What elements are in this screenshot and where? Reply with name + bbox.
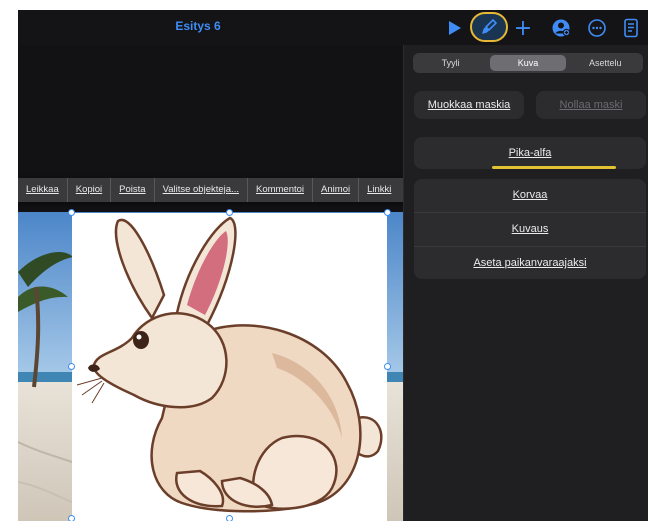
top-toolbar: Esitys 6 + (18, 10, 648, 45)
menu-item-copy[interactable]: Kopioi (68, 178, 112, 202)
collaborate-icon (552, 19, 571, 37)
tab-arrange[interactable]: Asettelu (568, 53, 643, 73)
menu-item-link[interactable]: Linkki (359, 178, 399, 202)
description-button[interactable]: Kuvaus (414, 213, 646, 247)
image-actions-group: Korvaa Kuvaus Aseta paikanvaraajaksi (414, 179, 646, 279)
edit-mask-button[interactable]: Muokkaa maskia (414, 91, 524, 119)
menu-item-animate[interactable]: Animoi (313, 178, 360, 202)
inspector-tabs: Tyyli Kuva Asettelu (413, 53, 643, 73)
resize-handle-left[interactable] (68, 363, 75, 370)
format-button[interactable] (470, 12, 508, 42)
resize-handle-top-right[interactable] (384, 209, 391, 216)
highlight-underline (492, 166, 616, 169)
collaborate-button[interactable] (548, 15, 574, 41)
format-inspector: Tyyli Kuva Asettelu Muokkaa maskia Nolla… (403, 45, 648, 521)
more-button[interactable] (584, 15, 610, 41)
set-placeholder-button[interactable]: Aseta paikanvaraajaksi (414, 247, 646, 280)
document-title[interactable]: Esitys 6 (138, 19, 258, 33)
app-screen: Esitys 6 + Leikkaa Kopioi Poista Valitse… (18, 10, 648, 521)
paintbrush-icon (482, 19, 497, 34)
menu-item-delete[interactable]: Poista (111, 178, 155, 202)
context-menu: Leikkaa Kopioi Poista Valitse objekteja.… (18, 178, 448, 202)
tab-image[interactable]: Kuva (490, 55, 566, 71)
play-icon (449, 21, 461, 35)
add-button[interactable]: + (510, 15, 536, 41)
reset-mask-button[interactable]: Nollaa maski (536, 91, 646, 119)
document-button[interactable] (618, 15, 644, 41)
tab-style[interactable]: Tyyli (413, 53, 488, 73)
menu-item-comment[interactable]: Kommentoi (248, 178, 314, 202)
replace-button[interactable]: Korvaa (414, 179, 646, 213)
resize-handle-bottom-left[interactable] (68, 515, 75, 521)
play-button[interactable] (442, 15, 468, 41)
document-icon (624, 18, 638, 38)
resize-handle-bottom[interactable] (226, 515, 233, 521)
instant-alpha-button[interactable]: Pika-alfa (414, 137, 646, 169)
selected-rabbit-image[interactable] (72, 213, 387, 521)
rabbit-illustration (76, 216, 383, 513)
resize-handle-top-left[interactable] (68, 209, 75, 216)
plus-icon: + (513, 15, 533, 41)
resize-handle-right[interactable] (384, 363, 391, 370)
menu-item-select-objects[interactable]: Valitse objekteja... (155, 178, 248, 202)
resize-handle-top[interactable] (226, 209, 233, 216)
menu-item-cut[interactable]: Leikkaa (18, 178, 68, 202)
more-icon (588, 19, 606, 37)
